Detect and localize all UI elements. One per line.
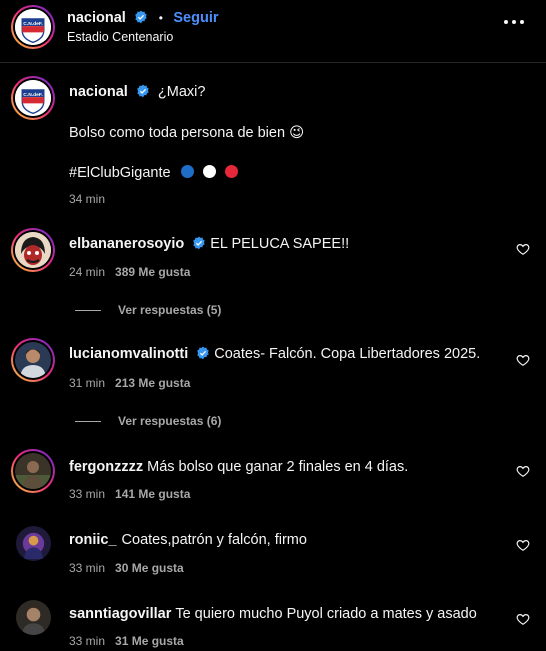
comment-text: sanntiagovillar Te quiero mucho Puyol cri… — [69, 606, 477, 622]
comment-text: fergonzzzz Más bolso que ganar 2 finales … — [69, 459, 408, 475]
caption-time: 34 min — [69, 192, 106, 206]
comment-username[interactable]: roniic_ — [69, 532, 117, 548]
crest-text: C.N.deF. — [23, 21, 43, 27]
view-replies-label[interactable]: Ver respuestas (6) — [118, 414, 221, 428]
comment-text: roniic_ Coates,patrón y falcón, firmo — [69, 532, 307, 548]
more-horizontal-icon[interactable] — [504, 20, 524, 24]
club-crest-icon: C.N.deF. — [15, 9, 51, 45]
comment-username[interactable]: sanntiagovillar — [69, 606, 171, 622]
user-photo-icon — [16, 600, 51, 635]
view-replies-label[interactable]: Ver respuestas (5) — [118, 303, 221, 317]
comment-likes[interactable]: 141 Me gusta — [115, 487, 190, 501]
comment-text: lucianomvalinotti Coates- Falcón. Copa Li… — [69, 346, 480, 362]
view-replies-button[interactable]: Ver respuestas (5) — [75, 303, 221, 317]
comment-avatar[interactable] — [11, 228, 55, 272]
caption-line2-text: Bolso como toda persona de bien — [69, 125, 286, 141]
separator-dot: • — [158, 11, 163, 25]
verified-badge-icon — [197, 346, 209, 360]
comment-username[interactable]: lucianomvalinotti — [69, 346, 188, 362]
wink-emoji: 😉 — [289, 125, 305, 141]
header-avatar[interactable]: C.N.deF. — [11, 5, 55, 49]
comment-body: Coates,patrón y falcón, firmo — [121, 532, 307, 548]
white-circle-emoji — [202, 165, 216, 178]
comment-meta: 31 min 213 Me gusta — [69, 376, 190, 390]
heart-outline-icon[interactable] — [516, 353, 530, 367]
comment-meta: 24 min 389 Me gusta — [69, 265, 190, 279]
caption-text-line2: Bolso como toda persona de bien 😉 — [69, 125, 304, 141]
comment-likes[interactable]: 30 Me gusta — [115, 561, 184, 575]
comment-text: elbananerosoyio EL PELUCA SAPEE!! — [69, 236, 349, 252]
blue-circle-emoji — [180, 165, 194, 178]
club-crest-icon: C.N.deF. — [15, 80, 51, 116]
comment-meta: 33 min 30 Me gusta — [69, 561, 184, 575]
comment-time: 24 min — [69, 265, 106, 279]
heart-outline-icon[interactable] — [516, 538, 530, 552]
comment-body: Más bolso que ganar 2 finales en 4 días. — [147, 459, 409, 475]
comment-time: 31 min — [69, 376, 106, 390]
comment-avatar[interactable] — [16, 600, 51, 635]
comment-username[interactable]: elbananerosoyio — [69, 236, 184, 252]
caption-hashtag-line: #ElClubGigante — [69, 165, 243, 181]
view-replies-button[interactable]: Ver respuestas (6) — [75, 414, 221, 428]
comment-body: Te quiero mucho Puyol criado a mates y a… — [175, 606, 477, 622]
replies-divider — [75, 420, 101, 422]
user-photo-icon — [16, 526, 51, 561]
comment-meta: 33 min 141 Me gusta — [69, 487, 190, 501]
caption-avatar[interactable]: C.N.deF. — [11, 76, 55, 120]
verified-badge-icon — [193, 236, 205, 250]
follow-button[interactable]: Seguir — [173, 10, 218, 26]
comment-username[interactable]: fergonzzzz — [69, 459, 143, 475]
post-location[interactable]: Estadio Centenario — [67, 30, 173, 44]
caption-username[interactable]: nacional — [69, 84, 128, 100]
verified-badge-icon — [135, 10, 147, 24]
user-photo-icon — [15, 453, 51, 489]
replies-divider — [75, 309, 101, 311]
header-username[interactable]: nacional — [67, 10, 126, 26]
comment-likes[interactable]: 31 Me gusta — [115, 634, 184, 648]
cartoon-face-icon — [15, 232, 51, 268]
verified-badge-icon — [137, 84, 149, 98]
crest-text: C.N.deF. — [23, 92, 43, 98]
heart-outline-icon[interactable] — [516, 464, 530, 478]
comment-avatar[interactable] — [16, 526, 51, 561]
comment-body: EL PELUCA SAPEE!! — [210, 236, 350, 252]
caption-text-line1: ¿Maxi? — [157, 84, 206, 100]
comment-time: 33 min — [69, 634, 106, 648]
post-header: C.N.deF. nacional • Seguir Estadio Cente… — [0, 0, 546, 63]
comment-likes[interactable]: 389 Me gusta — [115, 265, 190, 279]
comment-avatar[interactable] — [11, 449, 55, 493]
user-photo-icon — [15, 342, 51, 378]
hashtag-link[interactable]: #ElClubGigante — [69, 165, 171, 181]
comment-avatar[interactable] — [11, 338, 55, 382]
heart-outline-icon[interactable] — [516, 242, 530, 256]
comment-time: 33 min — [69, 561, 106, 575]
comment-meta: 33 min 31 Me gusta — [69, 634, 184, 648]
comment-time: 33 min — [69, 487, 106, 501]
heart-outline-icon[interactable] — [516, 612, 530, 626]
comment-likes[interactable]: 213 Me gusta — [115, 376, 190, 390]
comment-body: Coates- Falcón. Copa Libertadores 2025. — [214, 346, 481, 362]
red-circle-emoji — [224, 165, 238, 178]
caption-first-line: nacional ¿Maxi? — [69, 84, 205, 100]
